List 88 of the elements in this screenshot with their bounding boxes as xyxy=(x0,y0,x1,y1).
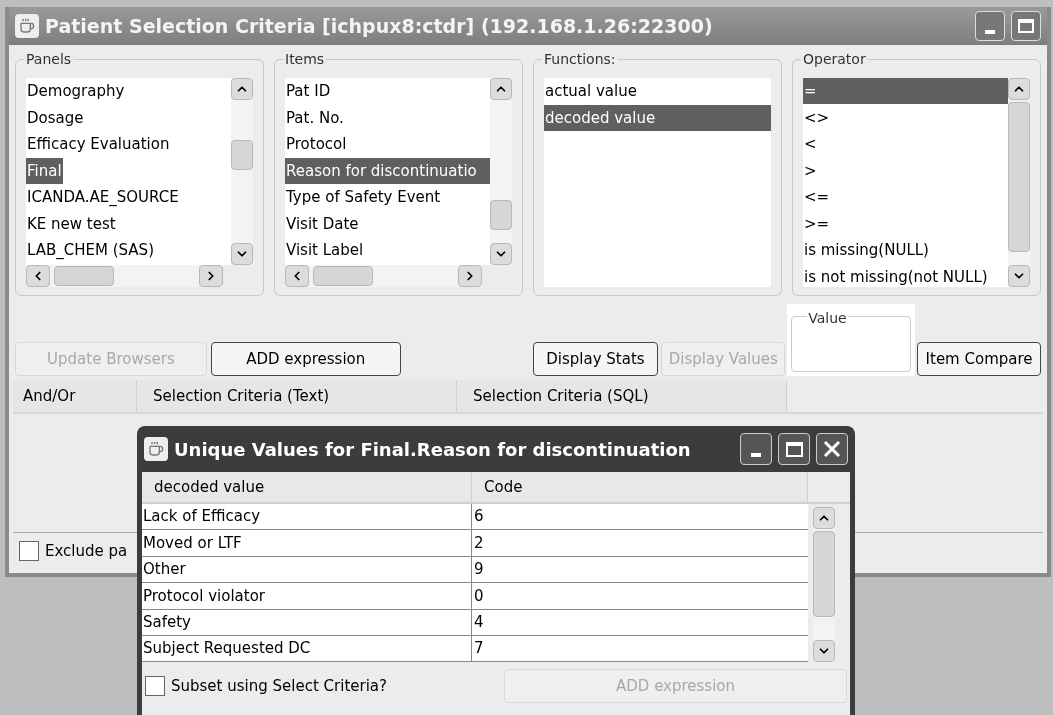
column-header[interactable]: decoded value xyxy=(142,472,472,502)
list-box[interactable]: = <> < > <= >= is missing(NULL) is not missing(not NULL) xyxy=(803,78,1008,287)
table-cell-text: 0 xyxy=(473,585,485,607)
column-header[interactable]: Code xyxy=(472,472,808,502)
list-item[interactable]: Demography xyxy=(26,78,126,105)
group-label: Value xyxy=(807,310,848,326)
list-item[interactable]: actual value xyxy=(544,78,638,105)
list-box[interactable]: Pat ID Pat. No. Protocol Reason for discontinuatio Type of Safety Event Visit Date Visit Label xyxy=(285,78,490,265)
scroll-thumb[interactable] xyxy=(231,140,253,170)
list-item[interactable]: < xyxy=(803,131,818,158)
minimize-button[interactable] xyxy=(975,11,1005,41)
checkbox[interactable] xyxy=(19,541,39,561)
coffee-cup-icon xyxy=(15,14,39,38)
horizontal-scrollbar[interactable] xyxy=(285,265,482,287)
column-header[interactable]: And/Or xyxy=(13,380,137,412)
table-cell: Lack of Efficacy xyxy=(142,504,472,530)
checkbox-label: Exclude pa xyxy=(45,540,128,562)
scroll-left-button[interactable] xyxy=(26,265,50,287)
close-icon xyxy=(822,439,842,459)
list-item[interactable]: > xyxy=(803,157,818,184)
list-item[interactable]: Efficacy Evaluation xyxy=(26,131,171,158)
scroll-up-button[interactable] xyxy=(231,78,253,100)
scroll-right-button[interactable] xyxy=(199,265,223,287)
push-button[interactable]: ADD expression xyxy=(210,342,401,376)
table-cell-text: 7 xyxy=(473,638,485,660)
window-title: Patient Selection Criteria [ichpux8:ctdr] (192.168.1.26:22300) xyxy=(45,13,714,39)
scroll-down-button[interactable] xyxy=(490,243,512,265)
table-cell: Moved or LTF xyxy=(142,530,472,556)
list-item[interactable]: Protocol xyxy=(285,131,348,158)
table-cell-text: 2 xyxy=(473,532,485,554)
list-item[interactable]: is not missing(not NULL) xyxy=(803,263,989,287)
list-item[interactable]: ICANDA.AE_SOURCE xyxy=(26,184,180,211)
list-item[interactable]: Pat. No. xyxy=(285,104,345,131)
scroll-left-button[interactable] xyxy=(285,265,309,287)
maximize-button[interactable] xyxy=(778,433,810,465)
table-cell: Subject Requested DC xyxy=(142,635,472,662)
push-button[interactable]: Display Stats xyxy=(532,342,659,376)
scroll-thumb[interactable] xyxy=(313,266,373,286)
scroll-down-button[interactable] xyxy=(231,243,253,265)
column-header[interactable]: Selection Criteria (Text) xyxy=(137,380,457,412)
column-header[interactable]: Selection Criteria (SQL) xyxy=(457,380,787,412)
table-cell: Safety xyxy=(142,609,472,635)
list-item[interactable]: Type of Safety Event xyxy=(285,184,442,211)
checkbox-label: Subset using Select Criteria? xyxy=(171,676,388,698)
list-item[interactable]: KE new test xyxy=(26,210,117,237)
scroll-thumb[interactable] xyxy=(813,531,835,617)
scroll-down-button[interactable] xyxy=(813,640,835,662)
table-cell-text: 4 xyxy=(473,612,485,633)
scroll-down-button[interactable] xyxy=(1008,265,1030,287)
list-box[interactable]: Demography Dosage Efficacy Evaluation Final ICANDA.AE_SOURCE KE new test LAB_CHEM (SAS) xyxy=(26,78,231,265)
list-item[interactable]: = xyxy=(803,78,1008,105)
table-cell: Other xyxy=(142,556,472,583)
vertical-scrollbar[interactable] xyxy=(1008,78,1030,287)
list-item[interactable]: >= xyxy=(803,210,831,237)
vertical-scrollbar[interactable] xyxy=(231,78,253,265)
vertical-scrollbar[interactable] xyxy=(490,78,512,265)
list-item[interactable]: Pat ID xyxy=(285,78,332,105)
maximize-button[interactable] xyxy=(1011,11,1041,41)
list-item[interactable]: LAB_CHEM (SAS) xyxy=(26,237,155,264)
scroll-right-button[interactable] xyxy=(458,265,482,287)
scroll-up-button[interactable] xyxy=(813,507,835,529)
list-item[interactable]: Reason for discontinuatio xyxy=(285,157,490,184)
close-button[interactable] xyxy=(816,433,848,465)
scroll-up-button[interactable] xyxy=(1008,78,1030,100)
minimize-button[interactable] xyxy=(740,433,772,465)
list-item[interactable]: Visit Date xyxy=(285,210,360,237)
checkbox[interactable] xyxy=(145,676,165,697)
list-item[interactable]: <> xyxy=(803,104,831,131)
list-item[interactable]: decoded value xyxy=(544,104,771,131)
horizontal-scrollbar[interactable] xyxy=(26,265,223,287)
table-cell-text: 6 xyxy=(473,506,485,528)
vertical-scrollbar[interactable] xyxy=(813,507,835,662)
table-cell: Protocol violator xyxy=(142,583,472,609)
list-item[interactable]: <= xyxy=(803,184,831,211)
dialog-title: Unique Values for Final.Reason for discontinuation xyxy=(174,437,692,462)
scroll-thumb[interactable] xyxy=(490,200,512,230)
scroll-thumb[interactable] xyxy=(54,266,114,286)
push-button[interactable]: Item Compare xyxy=(917,342,1041,376)
list-item[interactable]: Dosage xyxy=(26,104,85,131)
coffee-cup-icon xyxy=(144,437,168,461)
value-group-box[interactable]: Value xyxy=(787,304,916,376)
table-cell-text: 9 xyxy=(473,559,485,581)
list-item[interactable]: Final xyxy=(26,157,63,184)
list-box[interactable]: actual value decoded value xyxy=(544,78,771,287)
list-item[interactable]: is missing(NULL) xyxy=(803,237,930,264)
scroll-thumb[interactable] xyxy=(1008,102,1030,252)
scroll-up-button[interactable] xyxy=(490,78,512,100)
list-item[interactable]: Visit Label xyxy=(285,237,365,264)
